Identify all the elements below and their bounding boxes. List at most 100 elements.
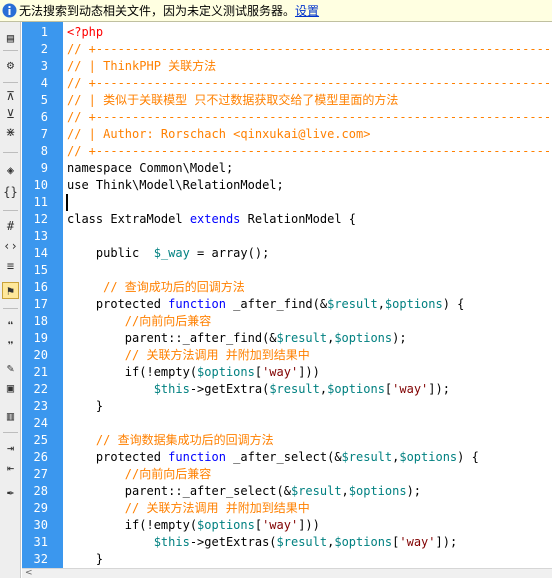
line-numbers-icon[interactable]: # bbox=[2, 218, 19, 235]
line-number: 17 bbox=[33, 297, 48, 311]
outdent-code-icon[interactable]: ⇤ bbox=[2, 460, 19, 477]
line-number: 24 bbox=[33, 416, 48, 430]
code-token: $options bbox=[399, 450, 458, 464]
recent-snippets-icon[interactable]: ▣ bbox=[2, 380, 19, 397]
code-token: // +------------------------------------… bbox=[67, 144, 552, 158]
code-token: , bbox=[377, 297, 385, 311]
word-wrap-icon[interactable]: ≡ bbox=[2, 258, 19, 275]
syntax-error-alerts-icon[interactable]: ⚑ bbox=[2, 282, 19, 299]
format-source-icon[interactable]: ✒ bbox=[2, 484, 19, 501]
toolbar-separator bbox=[3, 210, 18, 211]
line-number: 16 bbox=[33, 280, 48, 294]
expand-all-icon[interactable]: ⋇ bbox=[2, 124, 19, 141]
code-token: ->getExtras( bbox=[189, 535, 277, 549]
collapse-selection-icon[interactable]: ⊻ bbox=[2, 106, 19, 123]
line-number: 8 bbox=[40, 144, 48, 158]
code-token: = array(); bbox=[189, 246, 270, 260]
info-bar-text: 无法搜索到动态相关文件，因为未定义测试服务器。 bbox=[19, 4, 296, 18]
line-number: 14 bbox=[33, 246, 48, 260]
code-token: // 关联方法调用 并附加到结果中 bbox=[67, 348, 310, 362]
line-number: 25 bbox=[33, 433, 48, 447]
code-line: // 查询成功后的回调方法 bbox=[67, 279, 552, 296]
open-documents-icon[interactable]: ▤ bbox=[2, 30, 19, 47]
code-token: // +------------------------------------… bbox=[67, 110, 552, 124]
code-token: namespace Common\Model; bbox=[67, 161, 234, 175]
code-token: ])) bbox=[298, 365, 320, 379]
code-token: // +------------------------------------… bbox=[67, 76, 552, 90]
code-line: namespace Common\Model; bbox=[67, 160, 552, 177]
code-token: function bbox=[168, 450, 226, 464]
code-token: parent::_after_select(& bbox=[67, 484, 291, 498]
code-line: parent::_after_select(&$result,$options)… bbox=[67, 483, 552, 500]
code-token: if(!empty( bbox=[67, 518, 198, 532]
code-token: } bbox=[67, 552, 104, 566]
apply-comment-icon[interactable]: ❝ bbox=[2, 318, 19, 335]
code-token: $result bbox=[269, 382, 320, 396]
code-line: protected function _after_select(&$resul… bbox=[67, 449, 552, 466]
select-parent-tag-icon[interactable]: ◈ bbox=[2, 162, 19, 179]
code-token: ]); bbox=[428, 382, 450, 396]
line-number: 28 bbox=[33, 484, 48, 498]
toolbar-separator bbox=[3, 308, 18, 309]
code-token: $options bbox=[197, 518, 255, 532]
code-token: <?php bbox=[67, 25, 104, 39]
code-token: [ bbox=[254, 518, 263, 532]
code-token: // +------------------------------------… bbox=[67, 42, 552, 56]
code-line: // 关联方法调用 并附加到结果中 bbox=[67, 347, 552, 364]
code-line: // 关联方法调用 并附加到结果中 bbox=[67, 500, 552, 517]
code-token: 'way' bbox=[392, 382, 429, 396]
horizontal-scrollbar[interactable]: < bbox=[22, 568, 552, 578]
code-token: // | 类似于关联模型 只不过数据获取交给了模型里面的方法 bbox=[67, 93, 399, 107]
code-token: RelationModel { bbox=[240, 212, 356, 226]
line-number: 4 bbox=[40, 76, 48, 90]
line-number: 26 bbox=[33, 450, 48, 464]
highlight-invalid-code-icon[interactable]: ‹› bbox=[2, 238, 19, 255]
code-token: parent::_after_find(& bbox=[67, 331, 277, 345]
line-number: 20 bbox=[33, 348, 48, 362]
wrap-tag-icon[interactable]: ✎ bbox=[2, 360, 19, 377]
text-cursor bbox=[66, 194, 68, 211]
remove-comment-icon[interactable]: ❞ bbox=[2, 338, 19, 355]
line-number: 21 bbox=[33, 365, 48, 379]
code-line: //向前向后兼容 bbox=[67, 313, 552, 330]
collapse-tag-icon[interactable]: ⊼ bbox=[2, 88, 19, 105]
code-line: // | 类似于关联模型 只不过数据获取交给了模型里面的方法 bbox=[67, 92, 552, 109]
code-line: public $_way = array(); bbox=[67, 245, 552, 262]
code-line: use Think\Model\RelationModel; bbox=[67, 177, 552, 194]
line-number: 1 bbox=[40, 25, 48, 39]
move-css-icon[interactable]: ▥ bbox=[2, 408, 19, 425]
line-number-gutter: 1 2 3 4 5 6 7 8 9 10 11 12 13 14 15 16 17 18 19 20 21 22 23 24 2… bbox=[22, 22, 63, 568]
code-token: ); bbox=[406, 484, 422, 498]
code-line: class ExtraModel extends RelationModel { bbox=[67, 211, 552, 228]
line-number: 3 bbox=[40, 59, 48, 73]
code-token: ])) bbox=[298, 518, 320, 532]
settings-gear-icon[interactable]: ⚙ bbox=[2, 57, 19, 74]
code-token: $options bbox=[197, 365, 255, 379]
code-line: $this->getExtra($result,$options['way'])… bbox=[67, 381, 552, 398]
code-token: use Think\Model\RelationModel; bbox=[67, 178, 284, 192]
setup-link[interactable]: 设置 bbox=[295, 4, 319, 18]
balance-braces-icon[interactable]: {} bbox=[2, 184, 19, 201]
code-token: // 查询数据集成功后的回调方法 bbox=[67, 433, 274, 447]
code-token: $options bbox=[384, 297, 443, 311]
code-line bbox=[66, 194, 552, 211]
line-number: 10 bbox=[33, 178, 48, 192]
code-token: // | Author: Rorschach <qinxukai@live.co… bbox=[67, 127, 371, 141]
code-line: protected function _after_find(&$result,… bbox=[67, 296, 552, 313]
code-token: extends bbox=[189, 212, 241, 226]
code-token: _after_select(& bbox=[225, 450, 342, 464]
code-line: // +------------------------------------… bbox=[67, 75, 552, 92]
toolbar-separator bbox=[3, 50, 18, 51]
code-editor[interactable]: <?php // +-------------------------------… bbox=[63, 22, 552, 568]
code-token: // 关联方法调用 并附加到结果中 bbox=[67, 501, 310, 515]
scroll-left-icon[interactable]: < bbox=[25, 569, 33, 578]
code-token: $result bbox=[276, 331, 328, 345]
indent-code-icon[interactable]: ⇥ bbox=[2, 440, 19, 457]
code-line: // +------------------------------------… bbox=[67, 41, 552, 58]
code-line: if(!empty($options['way'])) bbox=[67, 364, 552, 381]
code-line: //向前向后兼容 bbox=[67, 466, 552, 483]
info-bar-message: 无法搜索到动态相关文件，因为未定义测试服务器。设置 bbox=[19, 0, 319, 22]
code-token: , bbox=[341, 484, 349, 498]
code-token: //向前向后兼容 bbox=[67, 467, 212, 481]
code-line: } bbox=[67, 551, 552, 568]
